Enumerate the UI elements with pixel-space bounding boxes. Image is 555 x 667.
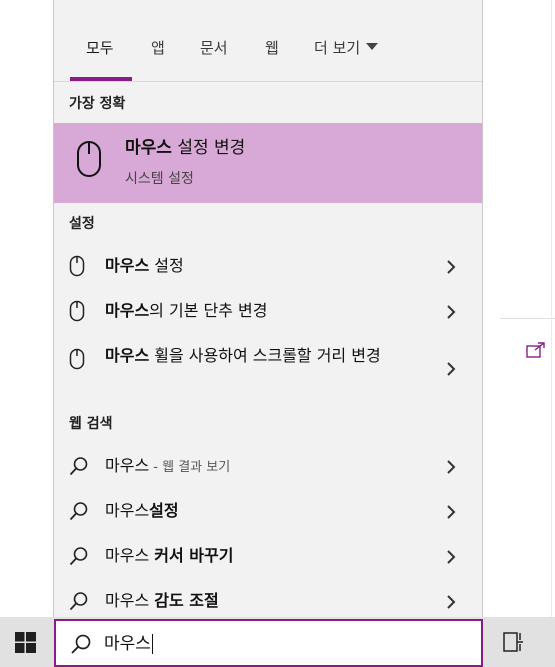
settings-item-bold: 마우스 — [105, 346, 150, 365]
caret-down-icon — [366, 43, 379, 50]
active-tab-indicator — [70, 77, 132, 81]
web-item-label: 마우스 - 웹 결과 보기 — [105, 454, 405, 480]
start-button[interactable] — [0, 617, 53, 667]
tab-apps[interactable]: 앱 — [151, 38, 165, 58]
web-item-text: 마우스 — [105, 456, 150, 475]
settings-item-primary-button[interactable]: 마우스의 기본 단추 변경 — [54, 293, 482, 329]
mouse-icon — [69, 255, 85, 277]
search-icon — [69, 592, 88, 611]
web-item-label: 마우스설정 — [105, 499, 405, 523]
web-item-bold: 감도 조절 — [154, 591, 219, 610]
web-item-cursor[interactable]: 마우스 커서 바꾸기 — [54, 539, 482, 575]
chevron-right-icon — [447, 595, 456, 609]
chevron-right-icon — [447, 505, 456, 519]
web-item-label: 마우스 커서 바꾸기 — [105, 544, 405, 568]
web-item-bold: 커서 바꾸기 — [154, 546, 234, 565]
chevron-right-icon — [447, 260, 456, 274]
chevron-right-icon — [447, 550, 456, 564]
web-item-hint: - 웹 결과 보기 — [149, 460, 231, 475]
mouse-icon — [69, 348, 85, 370]
tab-documents[interactable]: 문서 — [200, 38, 228, 58]
search-icon — [69, 547, 88, 566]
settings-item-scroll-wheel[interactable]: 마우스 휠을 사용하여 스크롤할 거리 변경 — [54, 340, 482, 396]
tab-more-label: 더 보기 — [314, 39, 361, 57]
taskbar-search-box[interactable]: 마우스 — [54, 619, 483, 667]
best-match-title-bold: 마우스 — [125, 138, 172, 158]
task-view-icon[interactable] — [502, 631, 524, 653]
best-match-item[interactable]: 마우스 설정 변경 시스템 설정 — [54, 123, 482, 203]
tab-more[interactable]: 더 보기 — [314, 38, 379, 58]
background-edge — [551, 0, 552, 617]
search-icon — [69, 457, 88, 476]
search-results-panel: 모두 앱 문서 웹 더 보기 가장 정확 마우스 설정 변경 시스템 설정 설정… — [53, 0, 483, 617]
best-match-subtitle: 시스템 설정 — [125, 171, 194, 187]
tab-web[interactable]: 웹 — [265, 38, 279, 58]
search-input[interactable]: 마우스 — [104, 632, 153, 656]
best-match-heading: 가장 정확 — [69, 96, 126, 112]
background-window — [483, 0, 555, 617]
settings-item-bold: 마우스 — [105, 301, 150, 320]
web-search-heading: 웹 검색 — [69, 416, 113, 432]
settings-item-bold: 마우스 — [105, 256, 150, 275]
web-item-mouse-settings[interactable]: 마우스설정 — [54, 494, 482, 530]
mouse-icon — [69, 300, 85, 322]
web-item-label: 마우스 감도 조절 — [105, 589, 405, 613]
background-separator — [500, 318, 555, 319]
search-icon — [71, 634, 91, 654]
web-item-bold: 설정 — [149, 501, 179, 520]
mouse-icon — [77, 141, 101, 177]
web-item-see-results[interactable]: 마우스 - 웹 결과 보기 — [54, 449, 482, 485]
chevron-right-icon — [447, 460, 456, 474]
web-item-sensitivity[interactable]: 마우스 감도 조절 — [54, 584, 482, 617]
chevron-right-icon — [447, 362, 456, 376]
settings-item-label: 마우스 휠을 사용하여 스크롤할 거리 변경 — [105, 344, 405, 368]
web-item-text: 마우스 — [105, 591, 155, 610]
settings-item-label: 마우스의 기본 단추 변경 — [105, 299, 405, 323]
windows-logo-icon — [15, 632, 36, 653]
settings-item-rest: 휠을 사용하여 스크롤할 거리 변경 — [149, 346, 381, 365]
text-cursor — [151, 634, 153, 654]
search-input-value: 마우스 — [104, 634, 151, 654]
settings-item-mouse-settings[interactable]: 마우스 설정 — [54, 248, 482, 284]
chevron-right-icon — [447, 305, 456, 319]
web-item-text: 마우스 — [105, 546, 155, 565]
best-match-title: 마우스 설정 변경 — [125, 137, 245, 159]
best-match-title-rest: 설정 변경 — [171, 138, 246, 158]
tab-all[interactable]: 모두 — [86, 38, 114, 58]
search-icon — [69, 502, 88, 521]
settings-heading: 설정 — [69, 216, 95, 232]
settings-item-rest: 설정 — [149, 256, 184, 275]
open-external-icon[interactable] — [526, 342, 548, 360]
web-item-text: 마우스 — [105, 501, 150, 520]
filter-tabs: 모두 앱 문서 웹 더 보기 — [54, 0, 482, 82]
settings-item-label: 마우스 설정 — [105, 254, 405, 278]
settings-item-rest: 의 기본 단추 변경 — [149, 301, 268, 320]
